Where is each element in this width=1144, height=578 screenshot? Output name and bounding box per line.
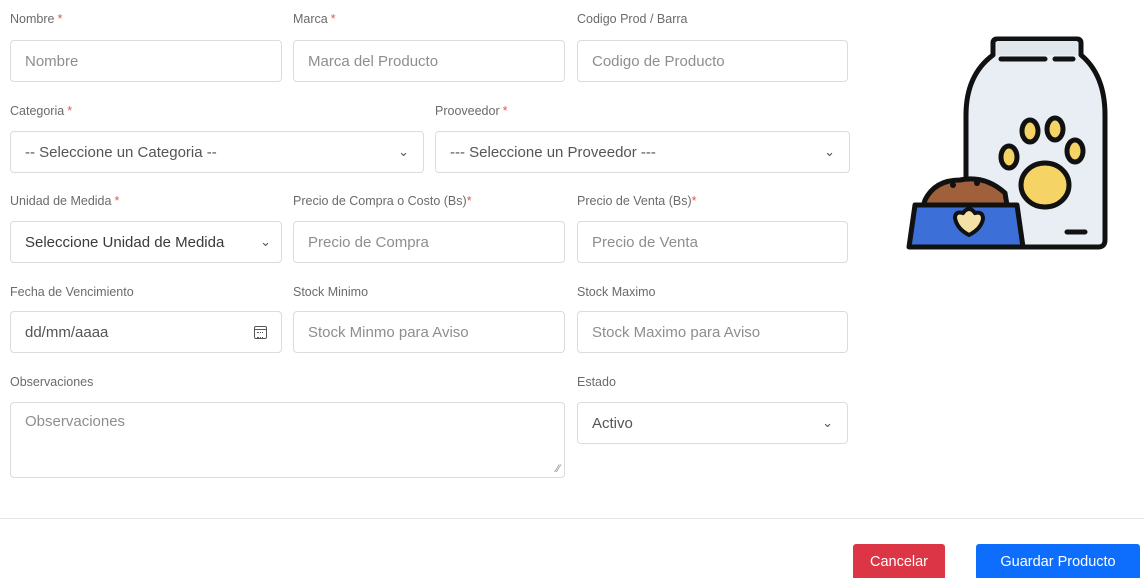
chevron-down-icon: ⌄ [260, 234, 271, 249]
resize-grip-icon[interactable]: ∕∕ [556, 463, 560, 475]
codigo-label: Codigo Prod / Barra [577, 12, 688, 26]
observaciones-field[interactable]: ∕∕ [10, 402, 565, 478]
nombre-input[interactable] [25, 41, 267, 81]
unidad-selected: Seleccione Unidad de Medida [25, 233, 225, 251]
fecha-value: dd/mm/aaaa [25, 323, 109, 341]
nombre-field[interactable] [10, 40, 282, 82]
calendar-icon[interactable] [254, 325, 267, 339]
estado-selected: Activo [592, 414, 633, 432]
marca-input[interactable] [308, 41, 550, 81]
unidad-label: Unidad de Medida * [10, 194, 120, 208]
chevron-down-icon: ⌄ [398, 144, 409, 159]
estado-label: Estado [577, 375, 616, 389]
stock-min-input[interactable] [308, 312, 550, 352]
codigo-field[interactable] [577, 40, 848, 82]
marca-label: Marca * [293, 12, 336, 26]
proveedor-selected: --- Seleccione un Proveedor --- [450, 143, 656, 161]
nombre-label: Nombre * [10, 12, 63, 26]
observaciones-textarea[interactable] [25, 413, 550, 477]
pet-food-bag-illustration [906, 36, 1108, 250]
cancel-button[interactable]: Cancelar [853, 544, 945, 578]
categoria-label: Categoria * [10, 104, 73, 118]
codigo-input[interactable] [592, 41, 833, 81]
stock-max-input[interactable] [592, 312, 833, 352]
stock-max-label: Stock Maximo [577, 285, 656, 299]
save-product-button[interactable]: Guardar Producto [976, 544, 1140, 578]
fecha-field[interactable]: dd/mm/aaaa [10, 311, 282, 353]
precio-venta-field[interactable] [577, 221, 848, 263]
precio-compra-input[interactable] [308, 222, 550, 262]
chevron-down-icon: ⌄ [824, 144, 835, 159]
chevron-down-icon: ⌄ [822, 415, 833, 430]
observaciones-label: Observaciones [10, 375, 94, 389]
precio-venta-input[interactable] [592, 222, 833, 262]
categoria-selected: -- Seleccione un Categoria -- [25, 143, 217, 161]
proveedor-label: Prooveedor * [435, 104, 508, 118]
precio-compra-label: Precio de Compra o Costo (Bs)* [293, 194, 472, 208]
proveedor-select[interactable]: --- Seleccione un Proveedor --- ⌄ [435, 131, 850, 173]
fecha-label: Fecha de Vencimiento [10, 285, 134, 299]
unidad-select[interactable]: Seleccione Unidad de Medida ⌄ [10, 221, 282, 263]
precio-venta-label: Precio de Venta (Bs)* [577, 194, 697, 208]
footer-divider [0, 518, 1144, 519]
stock-min-field[interactable] [293, 311, 565, 353]
categoria-select[interactable]: -- Seleccione un Categoria -- ⌄ [10, 131, 424, 173]
marca-field[interactable] [293, 40, 565, 82]
stock-max-field[interactable] [577, 311, 848, 353]
precio-compra-field[interactable] [293, 221, 565, 263]
estado-select[interactable]: Activo ⌄ [577, 402, 848, 444]
stock-min-label: Stock Minimo [293, 285, 369, 299]
